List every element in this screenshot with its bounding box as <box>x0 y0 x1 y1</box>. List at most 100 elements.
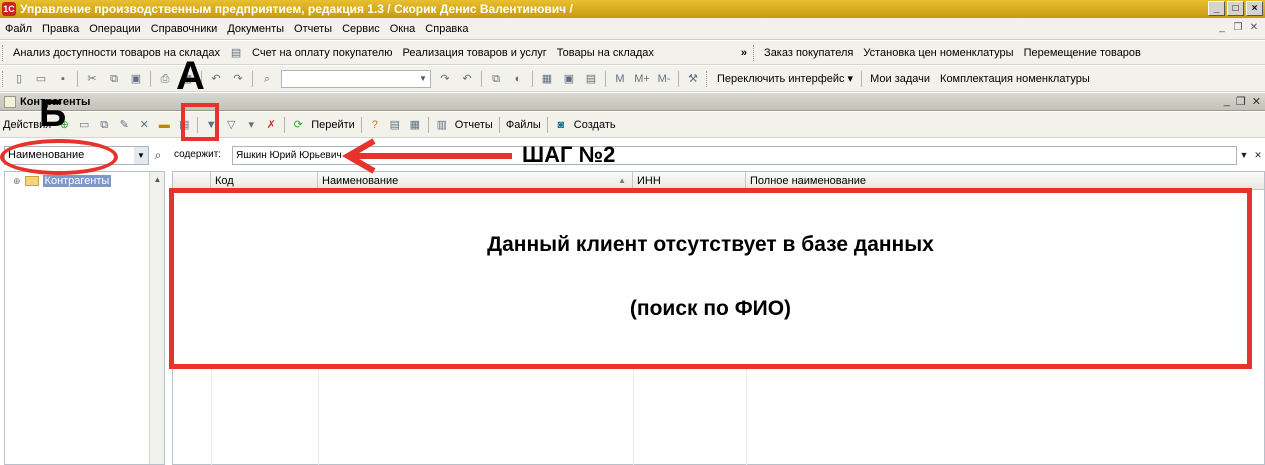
close-button[interactable]: × <box>1246 1 1263 16</box>
list-settings-icon[interactable]: ▤ <box>387 117 403 133</box>
structure-icon[interactable]: ▦ <box>407 117 423 133</box>
separator <box>252 70 253 87</box>
new-document-icon[interactable]: ▯ <box>11 71 27 87</box>
tools-icon[interactable]: ⚒ <box>685 71 701 87</box>
help-icon[interactable]: ? <box>367 117 383 133</box>
menu-documents[interactable]: Документы <box>222 23 289 35</box>
memory-plus-icon[interactable]: M+ <box>634 71 650 87</box>
separator <box>427 116 429 133</box>
panel-gripper[interactable] <box>753 44 756 61</box>
menu-bar: Файл Правка Операции Справочники Докумен… <box>0 18 1265 40</box>
grid-icon[interactable]: ▤ <box>583 71 599 87</box>
window-title: Управление производственным предприятием… <box>20 2 573 16</box>
menu-edit[interactable]: Правка <box>37 23 84 35</box>
form-minimize-icon[interactable]: _ <box>1224 95 1230 108</box>
annotation-label-b: Б <box>39 93 67 135</box>
menu-reports[interactable]: Отчеты <box>289 23 337 35</box>
camera-icon[interactable]: ◙ <box>553 117 569 133</box>
refresh-icon[interactable]: ⟳ <box>290 117 306 133</box>
search-row: Наименование ▼ ⌕ содержит: Яшкин Юрий Юр… <box>0 146 1265 166</box>
save-icon[interactable]: ▪ <box>55 71 71 87</box>
mdi-close-icon[interactable]: ✕ <box>1247 21 1261 35</box>
paste-icon[interactable]: ▣ <box>128 71 144 87</box>
cut-icon[interactable]: ✂ <box>84 71 100 87</box>
calendar-icon[interactable]: ▣ <box>561 71 577 87</box>
separator <box>150 70 151 87</box>
folder-icon <box>24 176 39 186</box>
panel-gripper[interactable] <box>2 44 5 61</box>
clear-search-icon[interactable]: ✕ <box>1251 147 1265 164</box>
tree-node-root[interactable]: ⊕ Контрагенты <box>13 175 112 187</box>
memory-minus-icon[interactable]: M- <box>656 71 672 87</box>
step-label: ШАГ №2 <box>522 142 616 167</box>
link-customer-order[interactable]: Заказ покупателя <box>759 47 858 59</box>
separator <box>284 116 286 133</box>
assembly-link[interactable]: Комплектация номенклатуры <box>935 73 1095 85</box>
quick-search-input[interactable]: ▼ <box>281 69 431 88</box>
switch-interface-button[interactable]: Переключить интерфейс ▾ <box>712 72 858 85</box>
separator <box>360 116 362 133</box>
my-tasks-link[interactable]: Мои задачи <box>865 73 935 85</box>
separator <box>532 70 533 87</box>
reports-icon[interactable]: ▥ <box>434 117 450 133</box>
print-icon[interactable]: ⎙ <box>157 71 173 87</box>
highlight-ellipse <box>0 139 118 175</box>
filter-value-icon[interactable]: ▽ <box>223 117 239 133</box>
help-circle-icon[interactable]: ◐ <box>510 71 526 87</box>
link-transfer[interactable]: Перемещение товаров <box>1019 47 1146 59</box>
add-group-icon[interactable]: ▭ <box>76 117 92 133</box>
menu-help[interactable]: Справка <box>420 23 473 35</box>
search-icon[interactable]: ⌕ <box>150 147 166 164</box>
find-icon[interactable]: ⌕ <box>259 71 275 87</box>
title-bar: 1С Управление производственным предприят… <box>0 0 1265 18</box>
copy-icon[interactable]: ⧉ <box>106 71 122 87</box>
panel-gripper[interactable] <box>706 70 709 87</box>
mdi-minimize-icon[interactable]: _ <box>1215 21 1229 35</box>
dropdown-icon[interactable]: ▼ <box>416 71 430 87</box>
form-close-icon[interactable]: ✕ <box>1252 95 1261 108</box>
windows-icon[interactable]: ⧉ <box>488 71 504 87</box>
search-next-icon[interactable]: ↷ <box>437 71 453 87</box>
panel-gripper[interactable] <box>2 70 5 87</box>
link-sales[interactable]: Реализация товаров и услуг <box>397 47 551 59</box>
form-controls: _ ❐ ✕ <box>1224 95 1261 108</box>
dropdown-icon[interactable]: ▼ <box>134 147 148 164</box>
search-prev-icon[interactable]: ↶ <box>459 71 475 87</box>
maximize-button[interactable]: □ <box>1227 1 1244 16</box>
clear-filter-icon[interactable]: ✗ <box>263 117 279 133</box>
mdi-restore-icon[interactable]: ❐ <box>1231 21 1245 35</box>
goto-menu[interactable]: Перейти <box>308 119 358 131</box>
calculator-icon[interactable]: ▦ <box>539 71 555 87</box>
menu-windows[interactable]: Окна <box>385 23 421 35</box>
create-menu[interactable]: Создать <box>571 119 619 131</box>
dropdown-icon[interactable]: ▼ <box>1237 147 1251 164</box>
redo-icon[interactable]: ↷ <box>230 71 246 87</box>
minimize-button[interactable]: _ <box>1208 1 1225 16</box>
hierarchy-mode-icon[interactable]: ▬ <box>156 117 172 133</box>
edit-icon[interactable]: ✎ <box>116 117 132 133</box>
reports-menu[interactable]: Отчеты <box>452 119 496 131</box>
link-set-prices[interactable]: Установка цен номенклатуры <box>858 47 1018 59</box>
menu-service[interactable]: Сервис <box>337 23 385 35</box>
tree-scrollbar[interactable]: ▲ <box>149 172 164 464</box>
undo-icon[interactable]: ↶ <box>208 71 224 87</box>
delete-icon[interactable]: ✕ <box>136 117 152 133</box>
link-invoice[interactable]: Счет на оплату покупателю <box>247 47 397 59</box>
link-stock[interactable]: Товары на складах <box>552 47 659 59</box>
expand-icon[interactable]: ⊕ <box>13 176 21 187</box>
more-chevron-icon[interactable]: » <box>737 47 751 59</box>
copy-item-icon[interactable]: ⧉ <box>96 117 112 133</box>
menu-operations[interactable]: Операции <box>84 23 145 35</box>
separator <box>498 116 500 133</box>
memory-m-icon[interactable]: M <box>612 71 628 87</box>
open-folder-icon[interactable]: ▭ <box>33 71 49 87</box>
not-found-message-box: Данный клиент отсутствует в базе данных … <box>169 188 1252 369</box>
filter-history-icon[interactable]: ▾ <box>243 117 259 133</box>
form-restore-icon[interactable]: ❐ <box>1236 95 1246 108</box>
scroll-up-icon[interactable]: ▲ <box>150 172 165 187</box>
menu-file[interactable]: Файл <box>0 23 37 35</box>
not-found-message: Данный клиент отсутствует в базе данных <box>487 233 934 256</box>
document-icon: ▤ <box>230 46 242 59</box>
menu-catalogs[interactable]: Справочники <box>146 23 223 35</box>
files-button[interactable]: Файлы <box>503 119 544 131</box>
